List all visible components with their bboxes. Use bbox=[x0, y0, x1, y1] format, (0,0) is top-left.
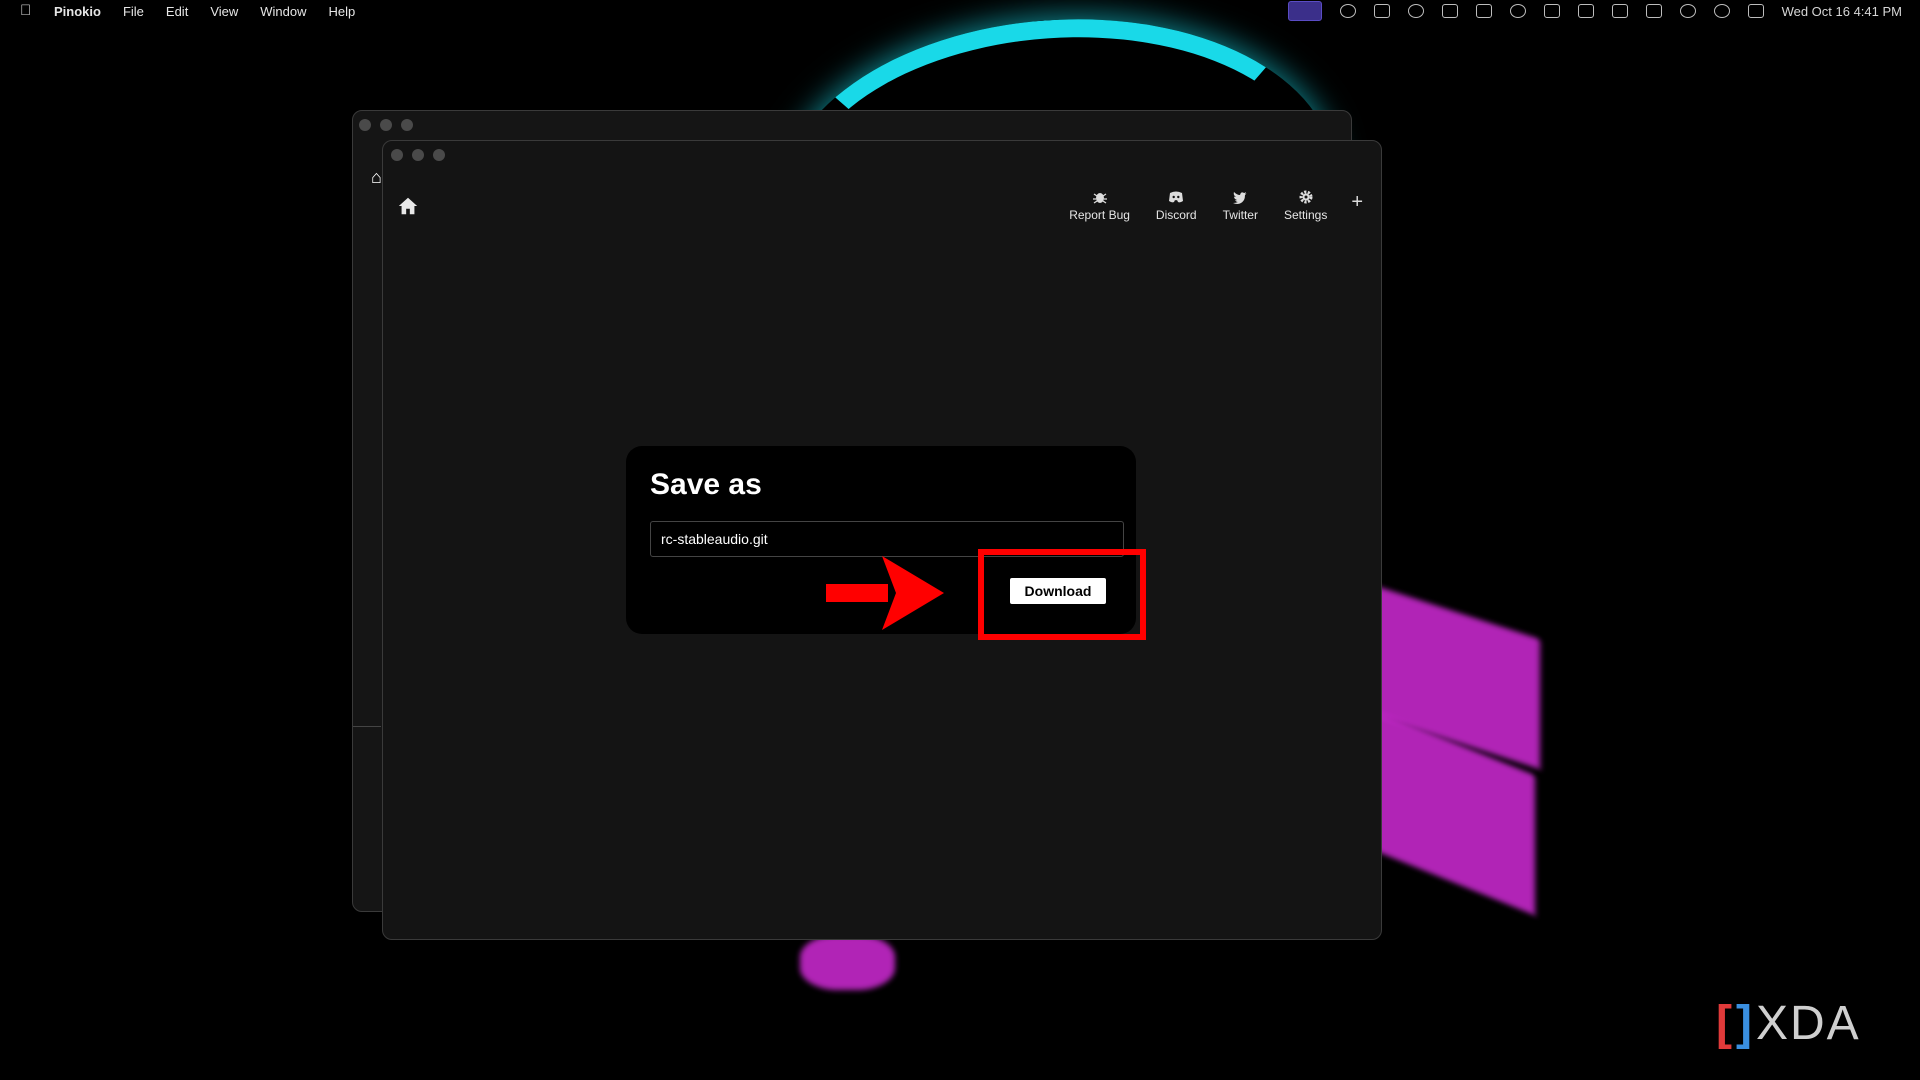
minimize-window-button[interactable] bbox=[380, 119, 392, 131]
app-status-icon[interactable] bbox=[1373, 4, 1390, 18]
menu-help[interactable]: Help bbox=[329, 4, 356, 19]
notion-icon[interactable] bbox=[1441, 4, 1458, 18]
home-icon[interactable]: ⌂ bbox=[371, 167, 382, 188]
settings-label: Settings bbox=[1283, 208, 1328, 222]
menu-edit[interactable]: Edit bbox=[166, 4, 188, 19]
zoom-window-button[interactable] bbox=[433, 149, 445, 161]
creative-cloud-icon[interactable] bbox=[1339, 4, 1356, 18]
menu-file[interactable]: File bbox=[123, 4, 144, 19]
volume-icon[interactable] bbox=[1611, 4, 1628, 18]
xda-logo-text: XDA bbox=[1755, 997, 1861, 1050]
shield-icon[interactable] bbox=[1475, 4, 1492, 18]
divider bbox=[353, 726, 381, 727]
cloud-icon[interactable] bbox=[1407, 4, 1424, 18]
dialog-title: Save as bbox=[650, 468, 762, 501]
menu-view[interactable]: View bbox=[210, 4, 238, 19]
xda-logo-bracket-right: ] bbox=[1735, 996, 1752, 1050]
wallpaper-magenta-stroke bbox=[800, 935, 895, 990]
menu-clock[interactable]: Wed Oct 16 4:41 PM bbox=[1782, 4, 1902, 19]
menu-bar:  Pinokio File Edit View Window Help Wed… bbox=[0, 0, 1920, 22]
close-window-button[interactable] bbox=[391, 149, 403, 161]
battery-icon[interactable] bbox=[1645, 4, 1662, 18]
gear-icon bbox=[1299, 190, 1313, 204]
discord-icon bbox=[1169, 191, 1184, 203]
xda-logo-bracket-left: [ bbox=[1716, 996, 1732, 1050]
screen-mirror-icon[interactable] bbox=[1577, 4, 1594, 18]
twitter-button[interactable]: Twitter bbox=[1217, 189, 1264, 222]
search-icon[interactable] bbox=[1713, 4, 1730, 18]
minimize-window-button[interactable] bbox=[412, 149, 424, 161]
screen-record-icon[interactable] bbox=[1287, 1, 1322, 21]
control-center-icon[interactable] bbox=[1747, 4, 1764, 18]
download-button[interactable]: Download bbox=[1010, 578, 1106, 604]
apple-icon[interactable]:  bbox=[20, 3, 34, 19]
home-icon[interactable] bbox=[397, 195, 419, 217]
close-window-button[interactable] bbox=[359, 119, 371, 131]
twitter-icon bbox=[1233, 192, 1248, 204]
report-bug-label: Report Bug bbox=[1069, 208, 1130, 222]
moon-icon[interactable] bbox=[1509, 4, 1526, 18]
settings-button[interactable]: Settings bbox=[1278, 189, 1333, 222]
red-arrow-annotation bbox=[826, 556, 944, 630]
wifi-icon[interactable] bbox=[1679, 4, 1696, 18]
new-tab-button[interactable]: + bbox=[1351, 191, 1363, 214]
bug-icon bbox=[1092, 193, 1107, 204]
discord-label: Discord bbox=[1155, 208, 1197, 222]
status-area: Wed Oct 16 4:41 PM bbox=[1287, 0, 1902, 22]
traffic-lights bbox=[391, 149, 445, 161]
menu-app-name[interactable]: Pinokio bbox=[54, 4, 101, 19]
traffic-lights bbox=[359, 119, 413, 131]
discord-button[interactable]: Discord bbox=[1150, 189, 1203, 222]
report-bug-button[interactable]: Report Bug bbox=[1063, 189, 1136, 222]
toolbar: Report Bug Discord Twitter Settings + bbox=[1063, 189, 1363, 222]
menu-window[interactable]: Window bbox=[260, 4, 306, 19]
zoom-window-button[interactable] bbox=[401, 119, 413, 131]
drive-icon[interactable] bbox=[1543, 4, 1560, 18]
twitter-label: Twitter bbox=[1222, 208, 1258, 222]
xda-watermark: [ ] XDA bbox=[1716, 996, 1861, 1051]
